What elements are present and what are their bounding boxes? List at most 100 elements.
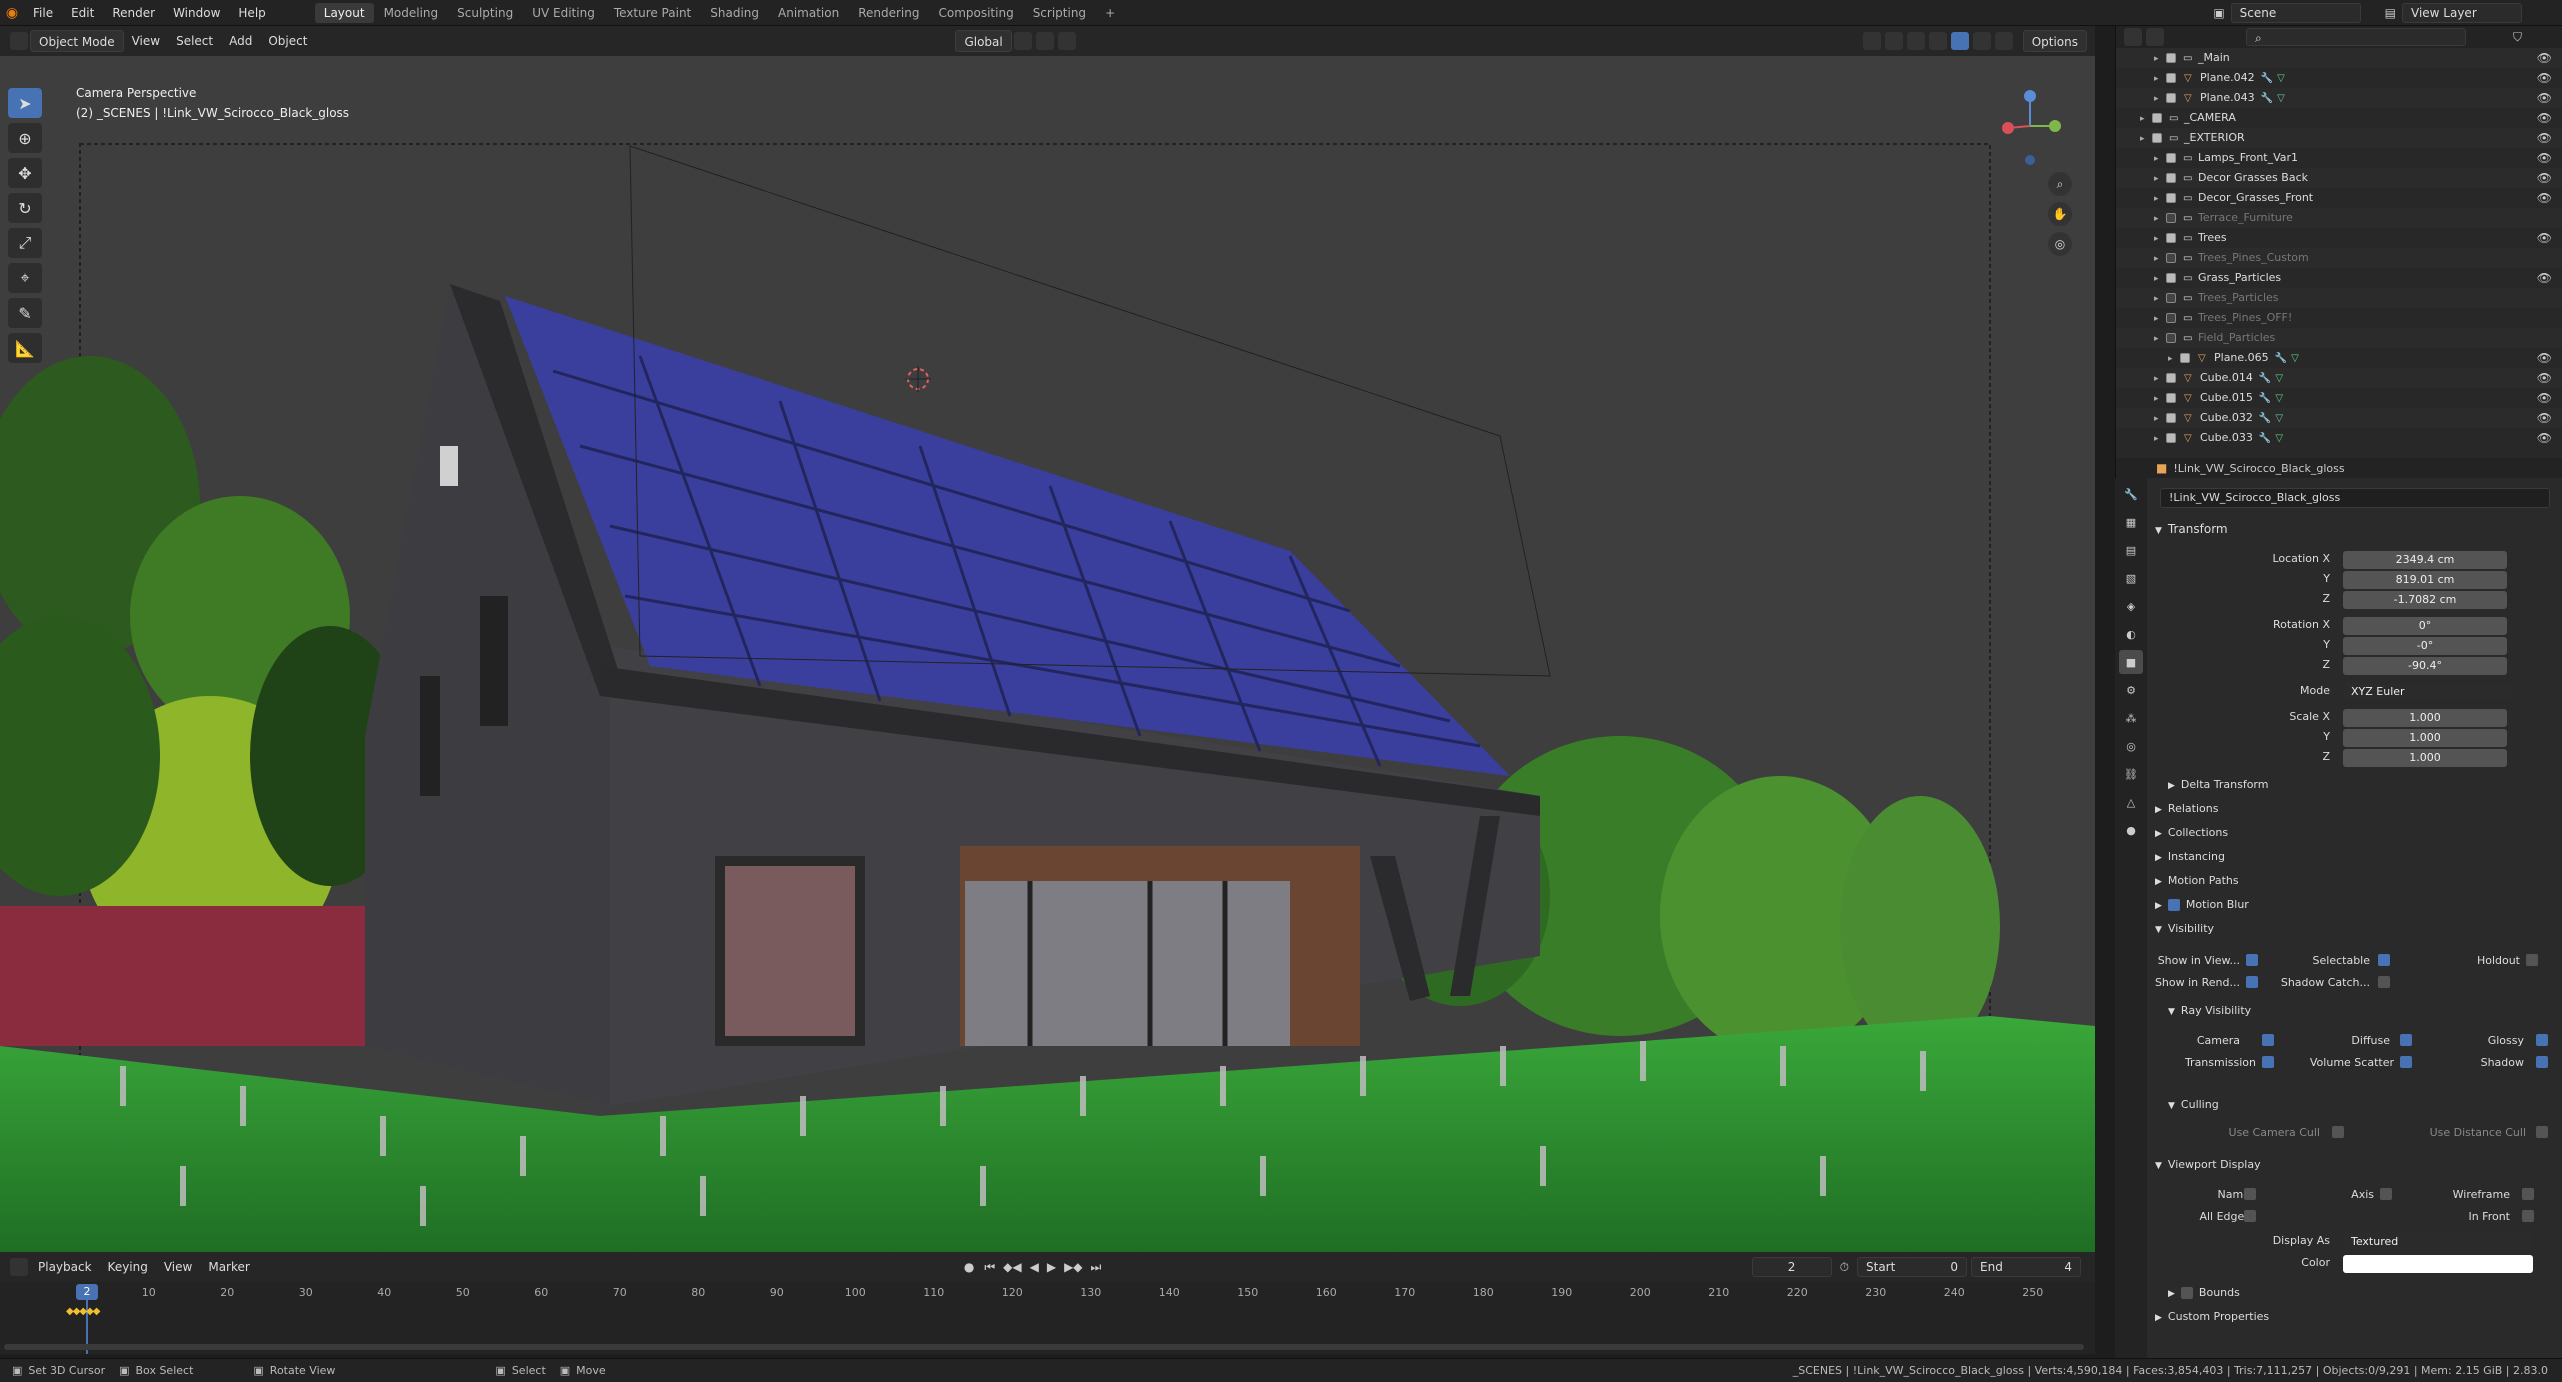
motion-blur-checkbox[interactable] <box>2167 899 2180 911</box>
outliner-row[interactable]: ▸ ▭ _Main 👁 <box>2116 48 2562 68</box>
tab-rendering[interactable]: Rendering <box>849 3 928 23</box>
visibility-eye-icon[interactable]: 👁 <box>2537 128 2552 148</box>
material-tab-icon[interactable]: ● <box>2119 818 2143 842</box>
custom-properties-section[interactable]: ▶ Custom Properties <box>2155 1310 2269 1323</box>
pivot-icon[interactable] <box>1013 32 1032 50</box>
object-name-field[interactable]: !Link_VW_Scirocco_Black_gloss <box>2160 488 2550 508</box>
visibility-eye-icon[interactable]: 👁 <box>2537 348 2552 368</box>
bounds-checkbox[interactable] <box>2180 1287 2193 1299</box>
exclude-checkbox[interactable] <box>2166 173 2176 183</box>
camera-view-icon[interactable]: ◎ <box>2048 232 2072 256</box>
mesh-data-icon[interactable]: ▽ <box>2277 73 2285 84</box>
snap-icon[interactable] <box>1035 32 1054 50</box>
proportional-edit-icon[interactable] <box>1057 32 1076 50</box>
orientation-selector[interactable]: Global <box>955 30 1012 52</box>
outliner-row[interactable]: ▸ ▭ Field_Particles <box>2116 328 2562 348</box>
mesh-data-icon[interactable]: ▽ <box>2275 413 2283 424</box>
modifier-icon[interactable]: 🔧 <box>2259 433 2271 444</box>
expand-icon[interactable]: ▸ <box>2154 69 2164 89</box>
outliner-row[interactable]: ▸ ▭ Grass_Particles 👁 <box>2116 268 2562 288</box>
exclude-checkbox[interactable] <box>2166 153 2176 163</box>
visibility-section[interactable]: ▼ Visibility <box>2155 922 2214 935</box>
outliner-type-icon[interactable] <box>2124 28 2142 46</box>
render-tab-icon[interactable]: ▦ <box>2119 510 2143 534</box>
scene-icon[interactable]: ▣ <box>2213 6 2224 20</box>
bounds-section[interactable]: ▶ Bounds <box>2168 1286 2240 1299</box>
visibility-eye-icon[interactable]: 👁 <box>2537 108 2552 128</box>
expand-icon[interactable]: ▸ <box>2154 149 2164 169</box>
timeline-scrollbar[interactable] <box>4 1344 2084 1350</box>
exclude-checkbox[interactable] <box>2166 393 2176 403</box>
exclude-checkbox[interactable] <box>2166 253 2176 263</box>
outliner-row[interactable]: ▸ ▭ Trees_Pines_OFF! <box>2116 308 2562 328</box>
exclude-checkbox[interactable] <box>2166 233 2176 243</box>
display-axis-checkbox[interactable] <box>2380 1188 2392 1200</box>
display-as-select[interactable]: Textured <box>2343 1233 2533 1251</box>
outliner-search-input[interactable]: ⌕ <box>2246 28 2466 46</box>
motion-blur-section[interactable]: ▶ Motion Blur <box>2155 898 2249 911</box>
use-camera-cull-checkbox[interactable] <box>2332 1126 2344 1138</box>
outliner-row[interactable]: ▸ ▭ Trees_Pines_Custom <box>2116 248 2562 268</box>
exclude-checkbox[interactable] <box>2166 193 2176 203</box>
shading-rendered-icon[interactable] <box>1994 32 2013 50</box>
outliner-row[interactable]: ▸ ▽ Cube.015 🔧 ▽ 👁 <box>2116 388 2562 408</box>
expand-icon[interactable]: ▸ <box>2168 349 2178 369</box>
expand-icon[interactable]: ▸ <box>2154 289 2164 309</box>
visibility-eye-icon[interactable]: 👁 <box>2537 188 2552 208</box>
outliner-row[interactable]: ▸ ▽ Cube.033 🔧 ▽ 👁 <box>2116 428 2562 448</box>
visibility-eye-icon[interactable]: 👁 <box>2537 88 2552 108</box>
world-tab-icon[interactable]: ◐ <box>2119 622 2143 646</box>
location-z-field[interactable]: -1.7082 cm <box>2343 591 2507 609</box>
show-in-render-checkbox[interactable] <box>2246 976 2258 988</box>
constraints-tab-icon[interactable]: ⛓ <box>2119 762 2143 786</box>
exclude-checkbox[interactable] <box>2166 373 2176 383</box>
outliner-row[interactable]: ▸ ▭ Trees 👁 <box>2116 228 2562 248</box>
add-workspace-icon[interactable]: + <box>1096 3 1124 23</box>
options-button[interactable]: Options <box>2022 30 2087 52</box>
visibility-eye-icon[interactable]: 👁 <box>2537 388 2552 408</box>
expand-icon[interactable]: ▸ <box>2154 309 2164 329</box>
cursor-tool-icon[interactable]: ⊕ <box>8 123 42 153</box>
prev-key-icon[interactable]: ◆◀ <box>1003 1260 1021 1274</box>
use-distance-cull-checkbox[interactable] <box>2536 1126 2548 1138</box>
output-tab-icon[interactable]: ▤ <box>2119 538 2143 562</box>
mesh-data-icon[interactable]: ▽ <box>2275 373 2283 384</box>
display-name-checkbox[interactable] <box>2244 1188 2256 1200</box>
filter-icon[interactable]: ⛉ <box>2513 30 2522 45</box>
menu-playback[interactable]: Playback <box>30 1256 100 1278</box>
shading-wireframe-icon[interactable] <box>1928 32 1947 50</box>
expand-icon[interactable]: ▸ <box>2154 389 2164 409</box>
rotation-mode-select[interactable]: XYZ Euler <box>2343 683 2513 701</box>
next-key-icon[interactable]: ▶◆ <box>1064 1260 1082 1274</box>
shadow-catcher-checkbox[interactable] <box>2378 976 2390 988</box>
modifier-icon[interactable]: 🔧 <box>2259 373 2271 384</box>
menu-marker[interactable]: Marker <box>200 1256 257 1278</box>
xray-icon[interactable] <box>1906 32 1925 50</box>
visibility-eye-icon[interactable]: 👁 <box>2537 268 2552 288</box>
outliner-row[interactable]: ▸ ▭ _CAMERA 👁 <box>2116 108 2562 128</box>
transmission-ray-checkbox[interactable] <box>2262 1056 2274 1068</box>
visibility-eye-icon[interactable]: 👁 <box>2537 68 2552 88</box>
collections-section[interactable]: ▶ Collections <box>2155 826 2228 839</box>
selectable-checkbox[interactable] <box>2378 954 2390 966</box>
holdout-checkbox[interactable] <box>2526 954 2538 966</box>
data-tab-icon[interactable]: △ <box>2119 790 2143 814</box>
view-layer-tab-icon[interactable]: ▧ <box>2119 566 2143 590</box>
diffuse-ray-checkbox[interactable] <box>2400 1034 2412 1046</box>
exclude-checkbox[interactable] <box>2152 113 2162 123</box>
modifier-icon[interactable]: 🔧 <box>2275 353 2287 364</box>
object-tab-icon[interactable]: ■ <box>2119 650 2143 674</box>
menu-keying[interactable]: Keying <box>100 1256 156 1278</box>
exclude-checkbox[interactable] <box>2166 413 2176 423</box>
tab-scripting[interactable]: Scripting <box>1024 3 1095 23</box>
rotation-z-field[interactable]: -90.4° <box>2343 657 2507 675</box>
editor-type-icon[interactable] <box>10 32 28 50</box>
scene-tab-icon[interactable]: ◈ <box>2119 594 2143 618</box>
scale-z-field[interactable]: 1.000 <box>2343 749 2507 767</box>
select-tool-icon[interactable]: ➤ <box>8 88 42 118</box>
visibility-eye-icon[interactable]: 👁 <box>2537 148 2552 168</box>
expand-icon[interactable]: ▸ <box>2154 329 2164 349</box>
scale-x-field[interactable]: 1.000 <box>2343 709 2507 727</box>
menu-select[interactable]: Select <box>168 30 221 52</box>
instancing-section[interactable]: ▶ Instancing <box>2155 850 2225 863</box>
